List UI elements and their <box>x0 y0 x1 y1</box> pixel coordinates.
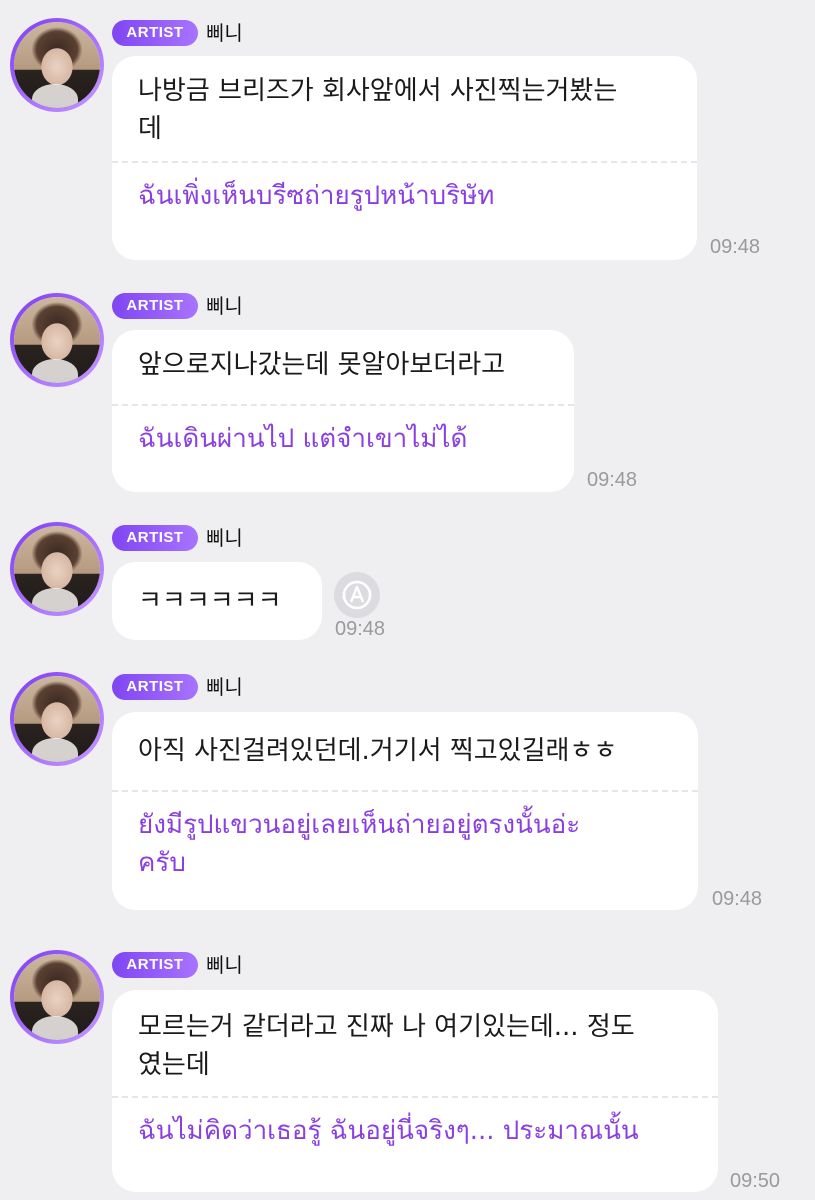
artist-badge: ARTIST <box>112 674 198 700</box>
timestamp: 09:48 <box>710 236 761 258</box>
message-bubble[interactable]: 아직 사진걸려있던데.거기서 찍고있길래ㅎㅎ ยังมีรูปแขวนอยู่เ… <box>112 712 698 910</box>
translated-text: ฉันไม่คิดว่าเธอรู้ ฉันอยู่นี่จริงๆ... ปร… <box>138 1116 639 1146</box>
translated-text: ฉันเพิ่งเห็นบรีซถ่ายรูปหน้าบริษัท <box>138 181 495 211</box>
original-text: 나방금 브리즈가 회사앞에서 사진찍는거봤는 데 <box>138 76 618 144</box>
artist-badge: ARTIST <box>112 952 198 978</box>
original-text: 앞으로지나갔는데 못알아보더라고 <box>138 350 506 380</box>
avatar-photo <box>14 954 100 1040</box>
avatar[interactable] <box>10 293 104 387</box>
sender-name: 삐니 <box>206 953 243 977</box>
avatar[interactable] <box>10 522 104 616</box>
timestamp: 09:48 <box>587 469 638 491</box>
avatar-photo <box>14 676 100 762</box>
avatar-photo <box>14 526 100 612</box>
timestamp: 09:48 <box>335 618 386 640</box>
avatar-photo <box>14 297 100 383</box>
avatar-photo <box>14 22 100 108</box>
translate-button[interactable] <box>334 572 380 618</box>
message-bubble[interactable]: ㅋㅋㅋㅋㅋㅋ <box>112 562 322 640</box>
original-text: 모르는거 같더라고 진짜 나 여기있는데... 정도 였는데 <box>138 1012 635 1080</box>
avatar[interactable] <box>10 950 104 1044</box>
message-bubble[interactable]: 모르는거 같더라고 진짜 나 여기있는데... 정도 였는데 ฉันไม่คิด… <box>112 990 718 1192</box>
original-text: 아직 사진걸려있던데.거기서 찍고있길래ㅎㅎ <box>138 736 618 766</box>
message-bubble[interactable]: 앞으로지나갔는데 못알아보더라고 ฉันเดินผ่านไป แต่จำเขาไ… <box>112 330 574 492</box>
original-text: ㅋㅋㅋㅋㅋㅋ <box>138 586 282 616</box>
sender-name: 삐니 <box>206 526 243 550</box>
message-bubble[interactable]: 나방금 브리즈가 회사앞에서 사진찍는거봤는 데 ฉันเพิ่งเห็นบรี… <box>112 56 697 260</box>
translated-text: ฉันเดินผ่านไป แต่จำเขาไม่ได้ <box>138 424 468 454</box>
timestamp: 09:50 <box>730 1170 781 1192</box>
timestamp: 09:48 <box>712 888 763 910</box>
sender-name: 삐니 <box>206 21 243 45</box>
avatar[interactable] <box>10 18 104 112</box>
artist-badge: ARTIST <box>112 20 198 46</box>
translate-icon <box>342 580 372 610</box>
avatar[interactable] <box>10 672 104 766</box>
translated-text: ยังมีรูปแขวนอยู่เลยเห็นถ่ายอยู่ตรงนั้นอ่… <box>138 810 581 878</box>
artist-badge: ARTIST <box>112 293 198 319</box>
sender-name: 삐니 <box>206 294 243 318</box>
artist-badge: ARTIST <box>112 525 198 551</box>
sender-name: 삐니 <box>206 675 243 699</box>
